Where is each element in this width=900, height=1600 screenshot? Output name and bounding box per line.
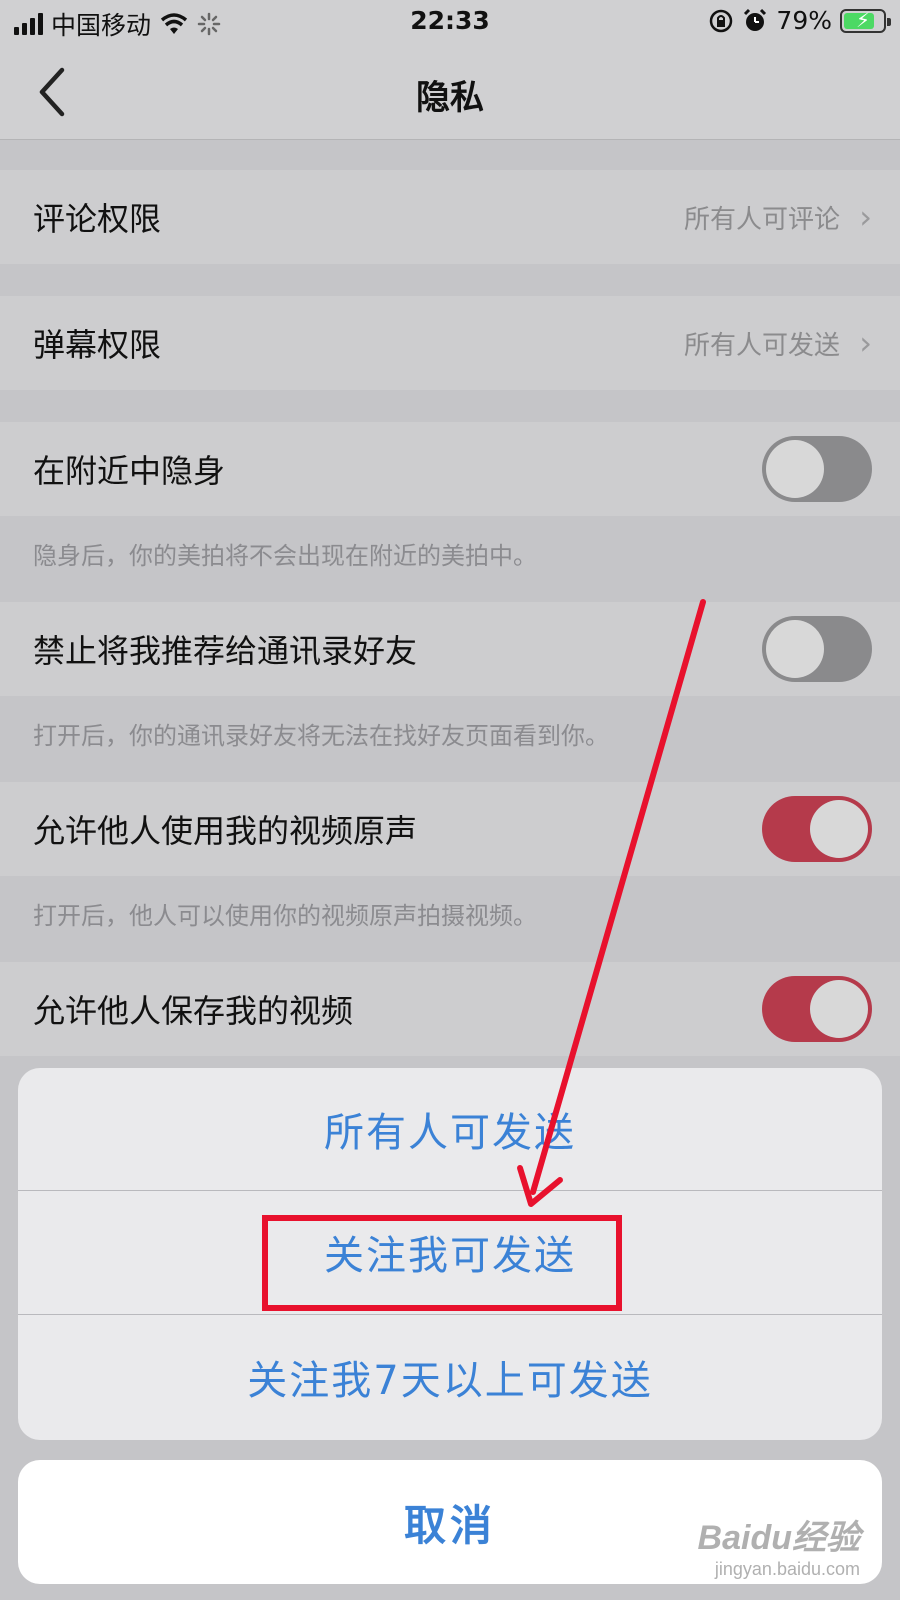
chevron-right-icon: › [859,324,872,362]
block-contacts-toggle[interactable] [762,616,872,682]
allow-save-row: 允许他人保存我的视频 [0,962,900,1056]
battery-icon: ⚡ [840,8,891,33]
toggle-knob [810,800,868,858]
watermark-logo: Baidu经验 [697,1519,860,1557]
toggle-knob [766,620,824,678]
allow-save-label: 允许他人保存我的视频 [33,992,354,1030]
rotation-lock-icon [710,9,733,32]
divider [18,1314,882,1315]
option-followers-7-days[interactable]: 关注我7天以上可发送 [18,1316,882,1438]
alarm-icon [744,8,767,31]
allow-audio-row: 允许他人使用我的视频原声 [0,782,900,876]
hide-nearby-toggle[interactable] [762,436,872,502]
comment-permission-value: 所有人可评论 [683,204,840,235]
status-right: 79% ⚡ [708,6,891,35]
block-contacts-row: 禁止将我推荐给通讯录好友 [0,602,900,696]
toggle-knob [766,440,824,498]
allow-audio-hint: 打开后，他人可以使用你的视频原声拍摄视频。 [33,902,537,930]
watermark-url: jingyan.baidu.com [714,1559,860,1579]
allow-audio-label: 允许他人使用我的视频原声 [33,812,418,850]
highlight-box [262,1215,622,1311]
block-contacts-hint: 打开后，你的通讯录好友将无法在找好友页面看到你。 [33,722,609,750]
allow-save-toggle[interactable] [762,976,872,1042]
chevron-right-icon: › [859,198,872,236]
hide-nearby-label: 在附近中隐身 [33,452,226,490]
battery-percent: 79% [776,6,832,35]
page-title: 隐私 [416,78,484,118]
danmaku-permission-row[interactable]: 弹幕权限 所有人可发送 › [0,296,900,390]
toggle-knob [810,980,868,1038]
option-everyone[interactable]: 所有人可发送 [18,1068,882,1190]
nav-bar: 隐私 [0,44,900,140]
watermark: Baidu经验 jingyan.baidu.com [698,1510,860,1580]
block-contacts-label: 禁止将我推荐给通讯录好友 [33,632,418,670]
allow-audio-toggle[interactable] [762,796,872,862]
comment-permission-row[interactable]: 评论权限 所有人可评论 › [0,170,900,264]
status-bar: 中国移动 22:33 79% ⚡ [0,0,900,44]
hide-nearby-row: 在附近中隐身 [0,422,900,516]
comment-permission-label: 评论权限 [33,200,162,238]
hide-nearby-hint: 隐身后，你的美拍将不会出现在附近的美拍中。 [33,542,537,570]
danmaku-permission-value: 所有人可发送 [683,330,840,361]
danmaku-permission-label: 弹幕权限 [33,326,162,364]
